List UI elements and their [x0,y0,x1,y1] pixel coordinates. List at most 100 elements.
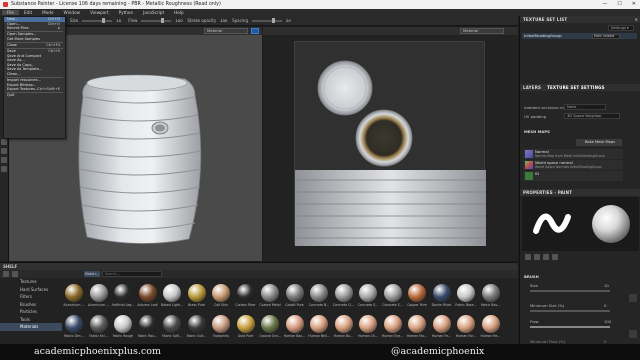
material-thumbnail[interactable]: Human Fac... [405,313,430,343]
toolbar-stroke-label: Stroke opacity [187,18,217,23]
eraser-tool-icon[interactable] [1,148,7,154]
filter-tag-materials[interactable]: Materi... [84,271,100,277]
material-thumbnail[interactable]: Aluminium ... [87,282,112,312]
brush-icon[interactable] [525,254,531,260]
alpha-icon[interactable] [543,254,549,260]
viewport-2d[interactable]: Material [263,27,518,261]
watermark-bar: academicphoenixplus.com @academicphoenix [0,344,640,360]
file-menu-item[interactable]: Quit [4,93,65,98]
material-thumbnail[interactable]: Carbon Fiber [234,282,259,312]
menu-edit[interactable]: Edit [19,10,37,15]
material-thumbnail[interactable]: Human Bu... [332,313,357,343]
shelf-search-input[interactable] [102,271,162,277]
material-thumbnail[interactable]: Fabric Soft... [160,313,185,343]
texture-set-shader-select[interactable]: Main shader [592,33,620,39]
material-thumbnail[interactable]: Fabric Den... [62,313,87,343]
tab-texture-set-settings[interactable]: TEXTURE SET SETTINGS [547,84,605,91]
tab-layers[interactable]: LAYERS [523,84,541,91]
toolbar-size-slider[interactable] [82,18,113,23]
paint-tool-icon[interactable] [1,139,7,145]
material-thumbnail[interactable]: Human He... [479,313,504,343]
file-menu-item-label: New... [7,17,18,21]
material-thumbnail[interactable]: Baked Light... [160,282,185,312]
pen-pressure-icon[interactable] [629,294,637,302]
stencil-icon[interactable] [552,254,558,260]
toolbar-spacing-slider[interactable] [251,18,282,23]
shelf-category-textures[interactable]: Textures [0,278,62,286]
mesh-map-world-normal[interactable]: World space normal World Space Normals I… [523,160,623,170]
material-thumbnail[interactable]: Coated Metal [258,282,283,312]
menu-mode[interactable]: Mode [37,10,58,15]
filter-icon[interactable] [12,271,18,277]
material-thumbnail[interactable]: Cobalt Pure [283,282,308,312]
shelf-category-materials[interactable]: Materials [0,323,62,331]
mesh-map-normal[interactable]: Normal Normal Map from Mesh InitialShadi… [523,149,623,159]
material-thumbnail[interactable]: Fabric Rough [111,313,136,343]
material-thumbnail[interactable]: Fabric Kni... [87,313,112,343]
material-thumbnail[interactable]: Footprints [209,313,234,343]
menu-file[interactable]: File [2,10,20,15]
material-thumbnail[interactable]: Fabric Rou... [136,313,161,343]
material-thumbnail[interactable]: Human Ch... [356,313,381,343]
minimize-button[interactable]: — [602,1,607,7]
material-thumbnail[interactable]: Human Bac... [283,313,308,343]
ao-map-field[interactable]: None [564,104,606,110]
panel-close-icon[interactable]: ✕ [634,16,638,23]
close-button[interactable]: ✕ [632,1,636,7]
shelf-category-filters[interactable]: Filters [0,293,62,301]
texture-set-settings-dropdown[interactable]: Settings ▾ [608,25,634,31]
material-preview-sphere [212,284,230,302]
material-thumbnail[interactable]: Aluminium ... [62,282,87,312]
brush-flow-slider[interactable] [530,326,610,328]
brush-flow-value[interactable]: 100 [604,319,611,324]
brush-size-value[interactable]: 10 [604,283,609,288]
material-thumbnail[interactable]: Human Eye... [381,313,406,343]
toolbar-flow-value[interactable]: 100 [175,18,183,23]
material-thumbnail[interactable]: Fabric Suit... [185,313,210,343]
toolbar-spacing-value[interactable]: 20 [286,18,294,23]
material-thumbnail[interactable]: Calf Skin [209,282,234,312]
smudge-tool-icon[interactable] [1,166,7,172]
bake-mesh-maps-button[interactable]: Bake Mesh Maps [576,139,622,146]
material-thumbnail[interactable]: Concrete Cl... [332,282,357,312]
material-thumbnail[interactable]: Denim Rivet [430,282,455,312]
shelf-category-hard-surfaces[interactable]: Hard Surfaces [0,286,62,294]
material-thumbnail[interactable]: Fabric Bas... [479,282,504,312]
mesh-map-id[interactable]: ID [523,171,623,181]
material-thumbnail[interactable]: Autumn Leaf [136,282,161,312]
shelf-category-brushes[interactable]: Brushes [0,301,62,309]
projection-tool-icon[interactable] [1,157,7,163]
material-thumbnail[interactable]: Human Fe... [430,313,455,343]
toolbar-flow-slider[interactable] [141,18,172,23]
folder-icon[interactable] [3,271,9,277]
min-size-slider[interactable] [530,310,610,312]
material-thumbnail[interactable]: Human For... [454,313,479,343]
material-thumbnail[interactable]: Gold Pure [234,313,259,343]
menu-viewport[interactable]: Viewport [85,10,114,15]
menu-javascript[interactable]: JavaScript [138,10,169,15]
material-thumbnail[interactable]: Artificial Lea... [111,282,136,312]
viewport-2d-mode-select[interactable]: Material [460,28,504,34]
toolbar-stroke-value[interactable]: 100 [220,18,228,23]
material-thumbnail[interactable]: Fabric Base... [454,282,479,312]
shelf-category-tools[interactable]: Tools [0,316,62,324]
material-thumbnail[interactable]: Concrete B... [307,282,332,312]
texture-set-item[interactable]: InitialShadingGroup Main shader [522,33,637,39]
menu-help[interactable]: Help [169,10,189,15]
material-thumbnail[interactable]: Brass Pure [185,282,210,312]
menu-window[interactable]: Window [59,10,86,15]
material-thumbnail[interactable]: Concrete S... [381,282,406,312]
toolbar-size-value[interactable]: 10 [116,18,124,23]
material-thumbnail[interactable]: Human Bell... [307,313,332,343]
maximize-button[interactable]: ☐ [617,1,621,7]
material-thumbnail[interactable]: Ground Gra... [258,313,283,343]
material-thumbnail[interactable]: Concrete S... [356,282,381,312]
uv-padding-select[interactable]: 3D Space Neighbor [564,113,620,119]
min-size-value[interactable]: 0 [604,303,606,308]
brush-size-slider[interactable] [530,290,610,292]
menu-python[interactable]: Python [114,10,139,15]
flow-pressure-icon[interactable] [629,330,637,338]
material-thumbnail[interactable]: Copper Pure [405,282,430,312]
shelf-category-particles[interactable]: Particles [0,308,62,316]
material-icon[interactable] [534,254,540,260]
